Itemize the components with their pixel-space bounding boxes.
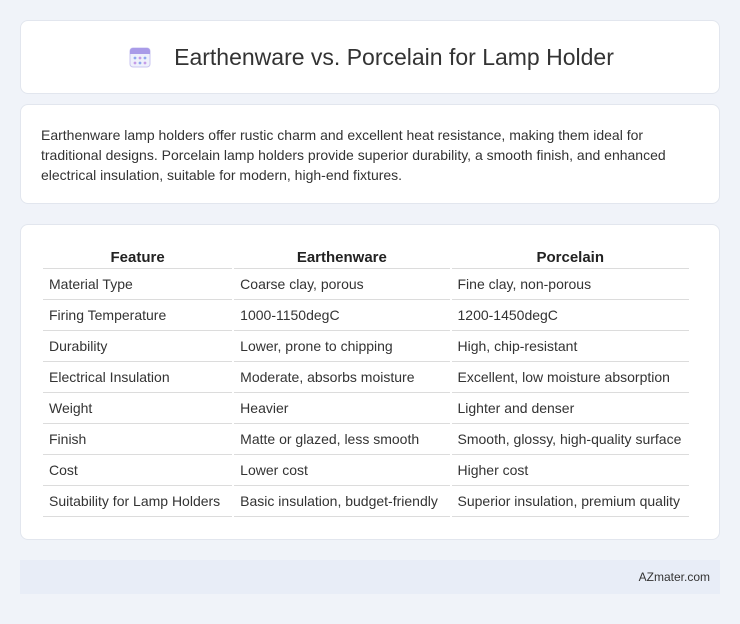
table-cell: Moderate, absorbs moisture (234, 362, 450, 393)
page-title: Earthenware vs. Porcelain for Lamp Holde… (174, 43, 614, 70)
table-row: Finish Matte or glazed, less smooth Smoo… (43, 424, 689, 455)
table-row: Material Type Coarse clay, porous Fine c… (43, 269, 689, 300)
table-cell: Fine clay, non-porous (451, 269, 689, 300)
table-cell: Weight (43, 393, 233, 424)
table-cell: Durability (43, 331, 233, 362)
header-porcelain: Porcelain (451, 245, 689, 269)
table-row: Suitability for Lamp Holders Basic insul… (43, 486, 689, 517)
table-row: Firing Temperature 1000-1150degC 1200-14… (43, 300, 689, 331)
table-cell: Lighter and denser (451, 393, 689, 424)
description-text: Earthenware lamp holders offer rustic ch… (41, 127, 666, 183)
table-cell: High, chip-resistant (451, 331, 689, 362)
footer-site-name: AZmater.com (638, 570, 710, 584)
table-cell: Matte or glazed, less smooth (234, 424, 450, 455)
table-cell: Electrical Insulation (43, 362, 233, 393)
table-cell: 1200-1450degC (451, 300, 689, 331)
calendar-grid-icon (126, 43, 154, 71)
table-cell: 1000-1150degC (234, 300, 450, 331)
table-row: Durability Lower, prone to chipping High… (43, 331, 689, 362)
table-cell: Cost (43, 455, 233, 486)
header-feature: Feature (43, 245, 233, 269)
table-row: Electrical Insulation Moderate, absorbs … (43, 362, 689, 393)
table-cell: Suitability for Lamp Holders (43, 486, 233, 517)
description-card: Earthenware lamp holders offer rustic ch… (20, 104, 720, 204)
header-earthenware: Earthenware (234, 245, 450, 269)
table-cell: Heavier (234, 393, 450, 424)
table-cell: Finish (43, 424, 233, 455)
table-cell: Smooth, glossy, high-quality surface (451, 424, 689, 455)
table-row: Cost Lower cost Higher cost (43, 455, 689, 486)
table-cell: Higher cost (451, 455, 689, 486)
comparison-table: Feature Earthenware Porcelain Material T… (41, 245, 691, 517)
table-cell: Basic insulation, budget-friendly (234, 486, 450, 517)
table-cell: Superior insulation, premium quality (451, 486, 689, 517)
title-card: Earthenware vs. Porcelain for Lamp Holde… (20, 20, 720, 94)
comparison-table-card: Feature Earthenware Porcelain Material T… (20, 224, 720, 540)
table-cell: Lower cost (234, 455, 450, 486)
footer: AZmater.com (20, 560, 720, 594)
table-cell: Firing Temperature (43, 300, 233, 331)
table-cell: Material Type (43, 269, 233, 300)
table-cell: Excellent, low moisture absorption (451, 362, 689, 393)
table-row: Weight Heavier Lighter and denser (43, 393, 689, 424)
table-header-row: Feature Earthenware Porcelain (43, 245, 689, 269)
table-cell: Coarse clay, porous (234, 269, 450, 300)
table-cell: Lower, prone to chipping (234, 331, 450, 362)
